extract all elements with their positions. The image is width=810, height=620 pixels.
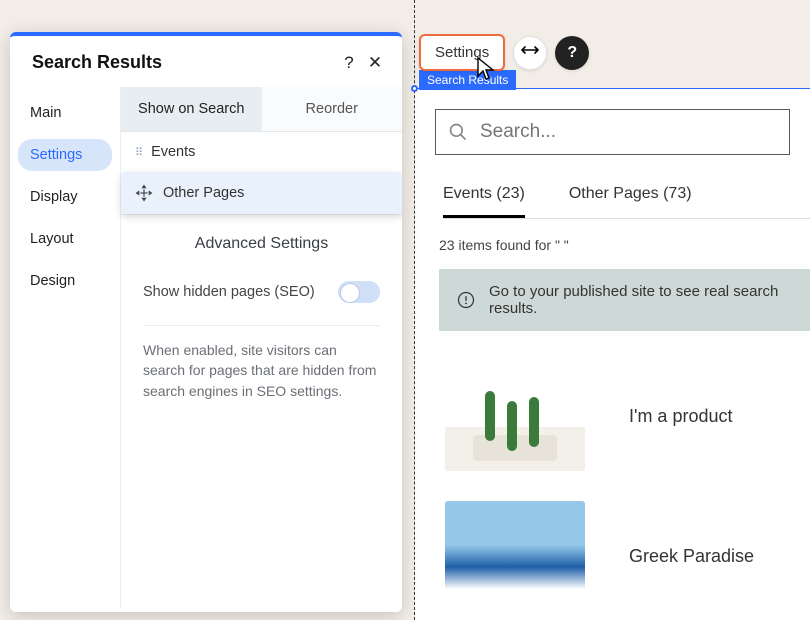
seo-toggle-row: Show hidden pages (SEO) — [121, 269, 402, 315]
result-thumbnail — [445, 501, 585, 611]
help-icon: ? — [567, 44, 577, 62]
settings-button[interactable]: Settings — [419, 34, 505, 71]
nav-settings[interactable]: Settings — [18, 139, 112, 171]
seo-toggle[interactable] — [338, 281, 380, 303]
subtab-reorder[interactable]: Reorder — [262, 87, 403, 131]
nav-display[interactable]: Display — [18, 181, 112, 213]
stretch-button[interactable] — [513, 36, 547, 70]
side-nav: Main Settings Display Layout Design — [10, 87, 120, 609]
seo-toggle-label: Show hidden pages (SEO) — [143, 284, 338, 300]
element-tooltip: Search Results — [419, 70, 516, 90]
result-item[interactable]: I'm a product — [445, 361, 810, 471]
info-banner-text: Go to your published site to see real se… — [489, 283, 800, 317]
info-banner: Go to your published site to see real se… — [439, 269, 810, 331]
drag-item-other-pages[interactable]: Other Pages — [121, 172, 402, 214]
resize-handle[interactable] — [411, 85, 418, 92]
subtab-show-on-search[interactable]: Show on Search — [121, 87, 262, 131]
seo-help-text: When enabled, site visitors can search f… — [121, 340, 402, 401]
advanced-settings-heading: Advanced Settings — [121, 214, 402, 269]
help-button[interactable]: ? — [555, 36, 589, 70]
result-item[interactable]: Greek Paradise — [445, 501, 810, 611]
nav-main[interactable]: Main — [18, 97, 112, 129]
panel-title: Search Results — [32, 52, 336, 73]
nav-layout[interactable]: Layout — [18, 223, 112, 255]
stretch-icon — [521, 43, 539, 62]
panel-help-button[interactable]: ? — [336, 53, 362, 73]
settings-button-label: Settings — [435, 44, 489, 61]
tab-other-pages[interactable]: Other Pages (73) — [569, 177, 692, 218]
settings-panel: Search Results ? ✕ Main Settings Display… — [10, 32, 402, 612]
search-icon — [448, 122, 468, 142]
drag-item-events[interactable]: ⠿ Events — [121, 132, 402, 172]
drag-handle-icon[interactable]: ⠿ — [135, 146, 141, 159]
result-tabs: Events (23) Other Pages (73) — [443, 177, 810, 219]
tab-events[interactable]: Events (23) — [443, 177, 525, 218]
close-icon[interactable]: ✕ — [362, 53, 388, 73]
drag-item-label: Other Pages — [163, 185, 244, 201]
info-icon — [457, 291, 475, 309]
preview-panel: Events (23) Other Pages (73) 23 items fo… — [415, 88, 810, 620]
result-title: Greek Paradise — [629, 546, 754, 567]
result-thumbnail — [445, 361, 585, 471]
results-count-text: 23 items found for " " — [439, 237, 810, 253]
drag-list: ⠿ Events Other Pages — [121, 132, 402, 214]
search-bar[interactable] — [435, 109, 790, 155]
move-icon — [135, 184, 153, 202]
divider — [143, 325, 380, 326]
drag-item-label: Events — [151, 144, 195, 160]
nav-design[interactable]: Design — [18, 265, 112, 297]
result-title: I'm a product — [629, 406, 732, 427]
search-input[interactable] — [480, 121, 777, 143]
